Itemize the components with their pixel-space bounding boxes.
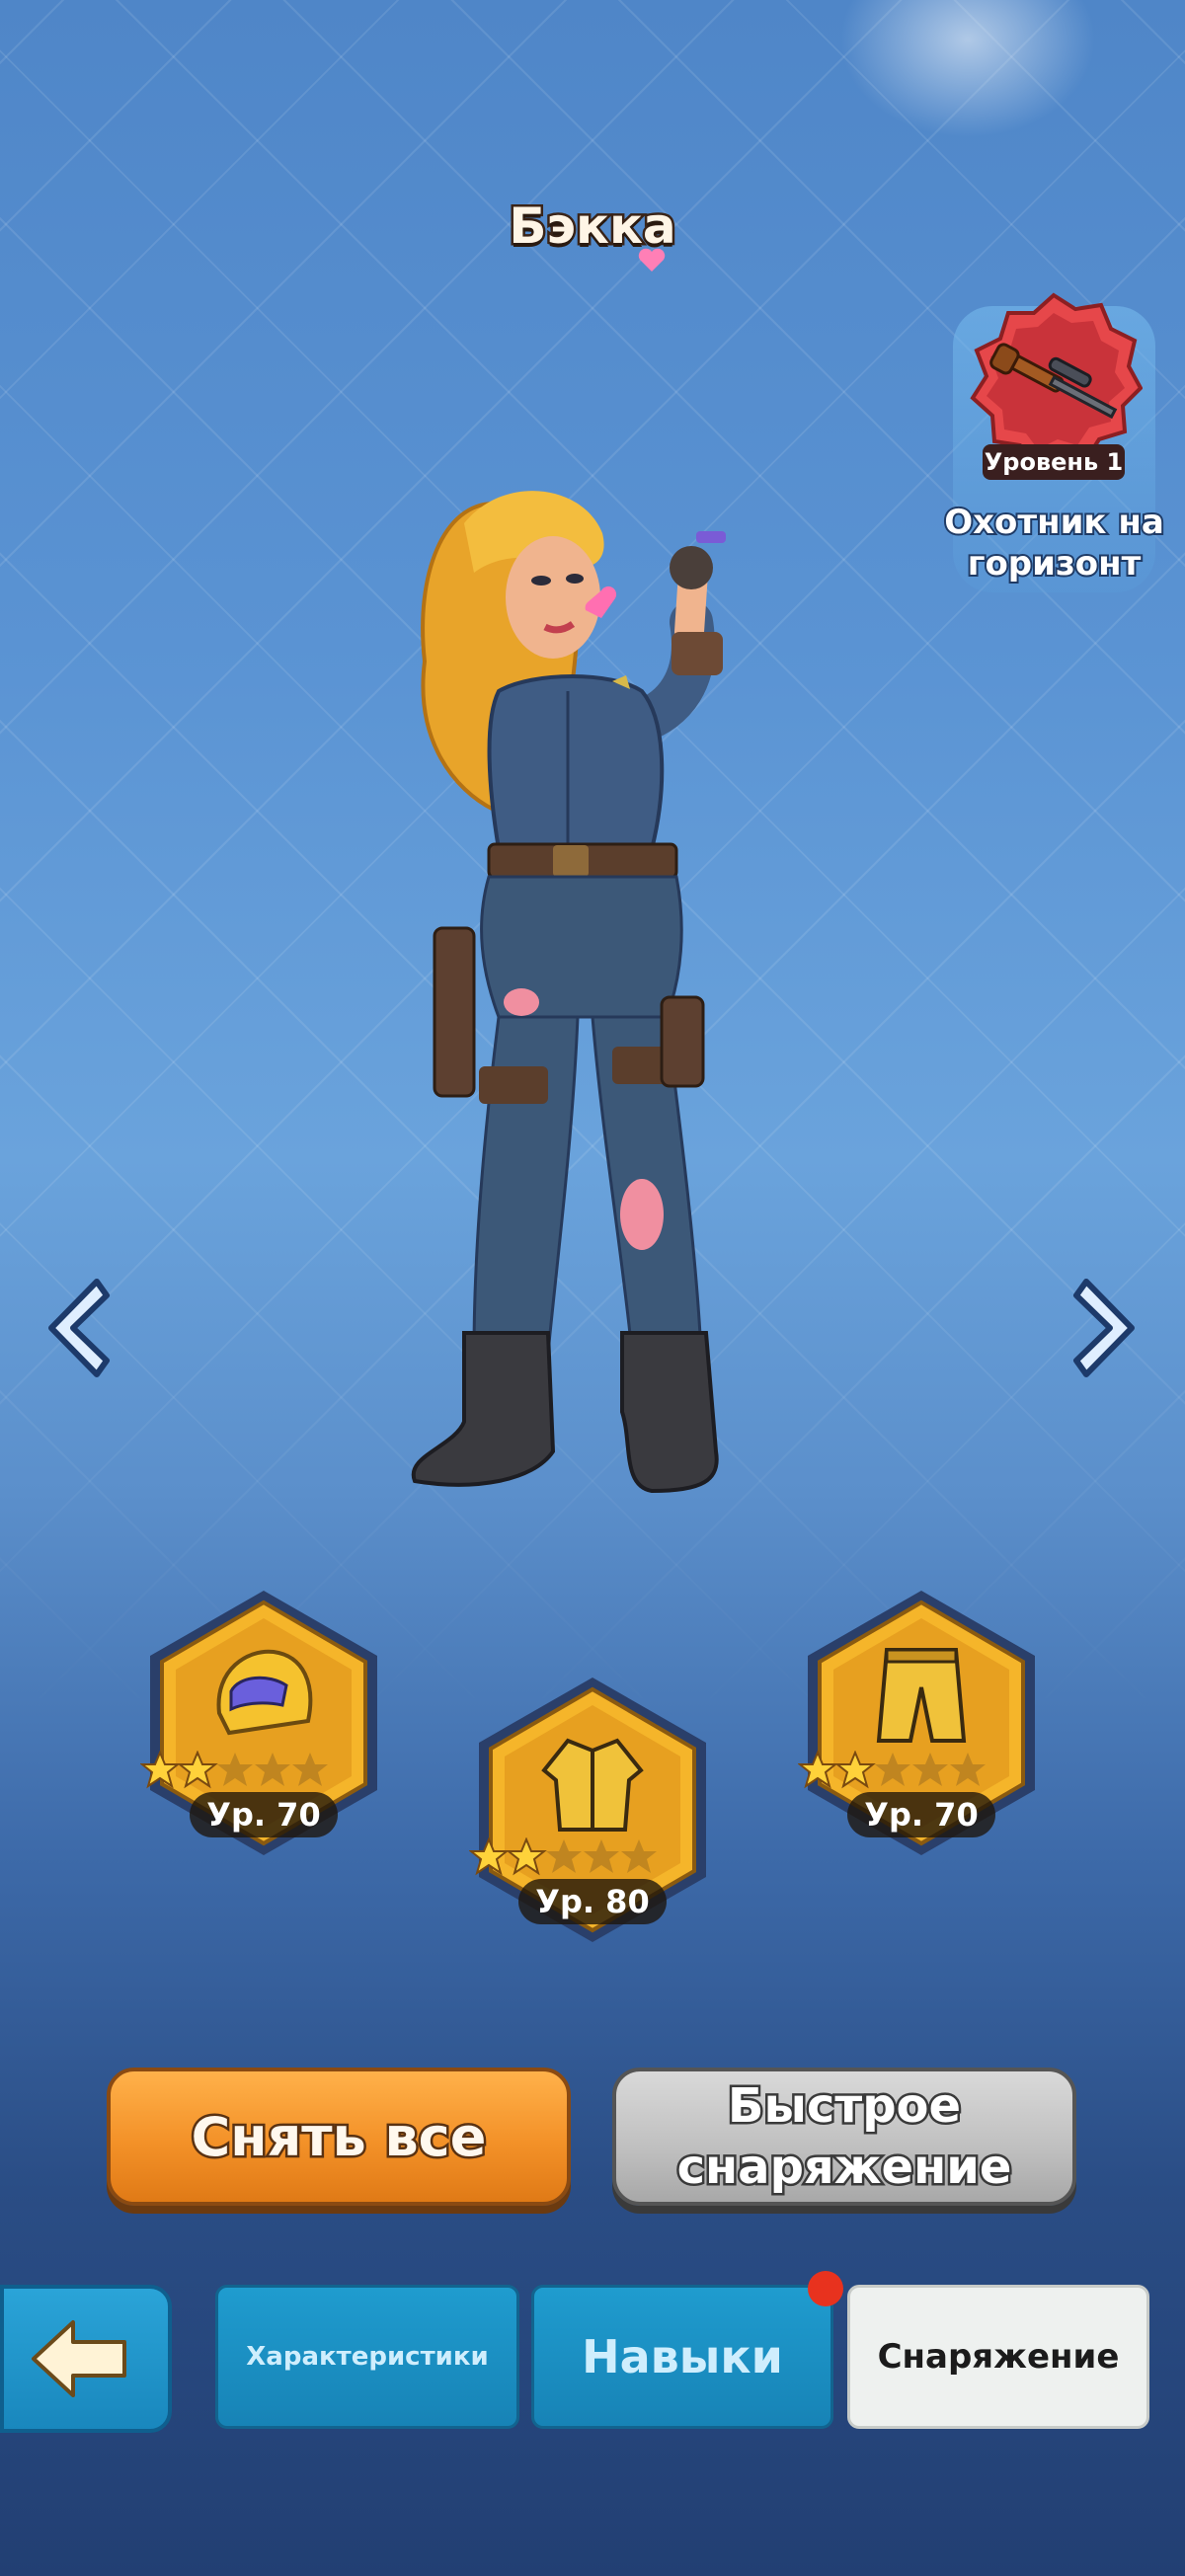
rarity-stars [140,1751,328,1789]
spotlight [839,0,1096,138]
tab-stats[interactable]: Характеристики [215,2285,519,2429]
hero-character [411,491,726,1494]
equipment-slot-pants[interactable]: Ур. 70 [798,1585,1045,1861]
rarity-stars [798,1751,986,1789]
bottom-tab-bar: Характеристики Навыки Снаряжение [0,2271,1185,2449]
jacket-icon [541,1738,644,1832]
rarity-stars [469,1837,657,1876]
back-button[interactable] [0,2285,172,2433]
helmet-icon [216,1649,313,1736]
unequip-all-button[interactable]: Снять все [107,2068,571,2206]
rifle-icon [989,343,1118,420]
next-hero-arrow-icon[interactable] [1066,1274,1146,1382]
equipment-slot-jacket[interactable]: Ур. 80 [469,1672,716,1948]
skill-name: Охотник на горизонт [942,501,1166,585]
slot-level: Ур. 80 [518,1879,667,1924]
notification-dot [808,2271,843,2306]
pants-icon [876,1648,967,1743]
quick-equip-label: Быстрое снаряжение [674,2076,1014,2198]
back-arrow-icon [32,2320,126,2397]
skill-badge[interactable]: Уровень 1 Охотник на горизонт [942,286,1166,612]
heart-icon [638,248,666,272]
previous-hero-arrow-icon[interactable] [38,1274,117,1382]
tab-gear[interactable]: Снаряжение [847,2285,1149,2429]
quick-equip-button[interactable]: Быстрое снаряжение [612,2068,1076,2206]
equipment-slot-helmet[interactable]: Ур. 70 [140,1585,387,1861]
slot-level: Ур. 70 [190,1792,338,1837]
tab-skills[interactable]: Навыки [531,2285,833,2429]
slot-level: Ур. 70 [847,1792,995,1837]
hero-name: Бэкка [507,195,678,258]
skill-level: Уровень 1 [983,444,1125,480]
